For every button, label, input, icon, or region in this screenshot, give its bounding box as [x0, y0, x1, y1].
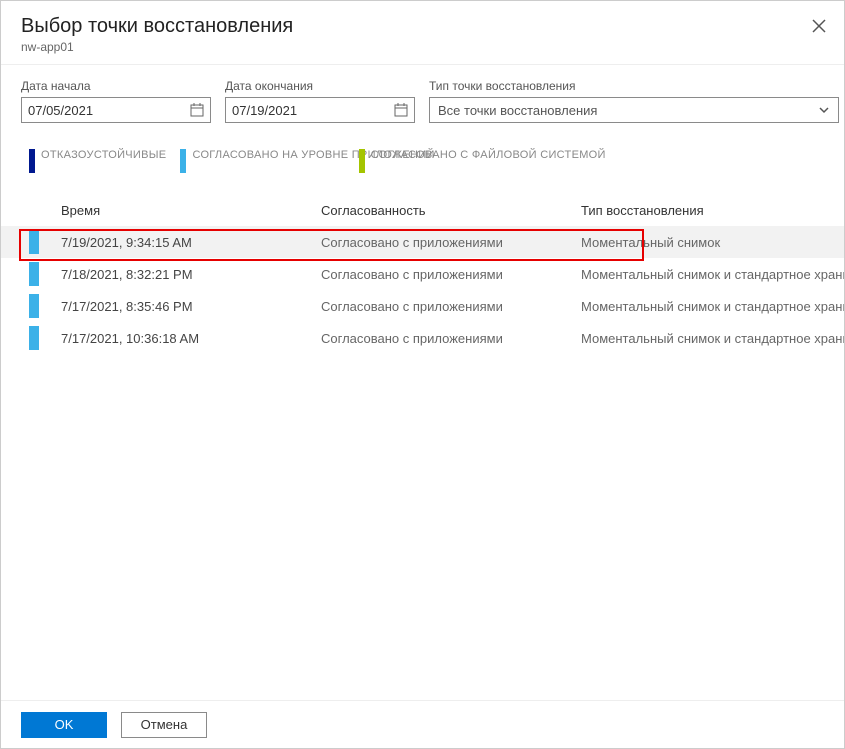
table-body: 7/19/2021, 9:34:15 AMСогласовано с прило…: [1, 226, 844, 354]
table-row[interactable]: 7/19/2021, 9:34:15 AMСогласовано с прило…: [1, 226, 844, 258]
consistency-marker-icon: [29, 294, 39, 318]
table-row[interactable]: 7/17/2021, 8:35:46 PMСогласовано с прило…: [1, 290, 844, 322]
calendar-icon: [394, 103, 408, 117]
recovery-type-value: Все точки восстановления: [438, 103, 597, 118]
start-date-field: Дата начала 07/05/2021: [21, 79, 211, 123]
start-date-value: 07/05/2021: [28, 103, 93, 118]
dialog-footer: OK Отмена: [1, 700, 844, 748]
legend-crash: ОТКАЗОУСТОЙЧИВЫЕ: [29, 149, 166, 173]
filter-bar: Дата начала 07/05/2021 Дата окончания 07…: [1, 65, 844, 129]
col-type-header: Тип восстановления: [581, 203, 844, 218]
legend-bar-icon: [29, 149, 35, 173]
cancel-button[interactable]: Отмена: [121, 712, 207, 738]
cell-consistency: Согласовано с приложениями: [321, 331, 581, 346]
legend: ОТКАЗОУСТОЙЧИВЫЕ СОГЛАСОВАНО НА УРОВНЕ П…: [1, 129, 844, 185]
legend-fs-label: СОГЛАСОВАНО С ФАЙЛОВОЙ СИСТЕМОЙ: [371, 149, 606, 161]
cell-type: Моментальный снимок и стандартное хранил…: [581, 331, 844, 346]
cell-time: 7/17/2021, 10:36:18 AM: [61, 331, 321, 346]
cell-time: 7/18/2021, 8:32:21 PM: [61, 267, 321, 282]
end-date-input[interactable]: 07/19/2021: [225, 97, 415, 123]
consistency-marker-icon: [29, 326, 39, 350]
legend-crash-label: ОТКАЗОУСТОЙЧИВЫЕ: [41, 149, 166, 161]
col-consistency-header: Согласованность: [321, 203, 581, 218]
end-date-value: 07/19/2021: [232, 103, 297, 118]
recovery-points-table: Время Согласованность Тип восстановления…: [1, 195, 844, 354]
cell-consistency: Согласовано с приложениями: [321, 299, 581, 314]
end-date-field: Дата окончания 07/19/2021: [225, 79, 415, 123]
cell-consistency: Согласовано с приложениями: [321, 235, 581, 250]
dialog-title: Выбор точки восстановления: [21, 15, 824, 38]
legend-bar-icon: [359, 149, 365, 173]
recovery-type-label: Тип точки восстановления: [429, 79, 839, 93]
end-date-label: Дата окончания: [225, 79, 415, 93]
cell-time: 7/19/2021, 9:34:15 AM: [61, 235, 321, 250]
recovery-type-field: Тип точки восстановления Все точки восст…: [429, 79, 839, 123]
cell-consistency: Согласовано с приложениями: [321, 267, 581, 282]
consistency-marker-icon: [29, 230, 39, 254]
table-row[interactable]: 7/17/2021, 10:36:18 AMСогласовано с прил…: [1, 322, 844, 354]
cell-time: 7/17/2021, 8:35:46 PM: [61, 299, 321, 314]
table-row[interactable]: 7/18/2021, 8:32:21 PMСогласовано с прило…: [1, 258, 844, 290]
legend-bar-icon: [180, 149, 186, 173]
recovery-type-select[interactable]: Все точки восстановления: [429, 97, 839, 123]
cell-type: Моментальный снимок: [581, 235, 844, 250]
close-icon[interactable]: [812, 17, 826, 38]
cell-type: Моментальный снимок и стандартное хранил…: [581, 267, 844, 282]
start-date-input[interactable]: 07/05/2021: [21, 97, 211, 123]
calendar-icon: [190, 103, 204, 117]
ok-button[interactable]: OK: [21, 712, 107, 738]
legend-fs: СОГЛАСОВАНО С ФАЙЛОВОЙ СИСТЕМОЙ: [359, 149, 606, 173]
start-date-label: Дата начала: [21, 79, 211, 93]
consistency-marker-icon: [29, 262, 39, 286]
col-time-header: Время: [61, 203, 321, 218]
dialog-header: Выбор точки восстановления nw-app01: [1, 1, 844, 65]
chevron-down-icon: [818, 104, 830, 116]
dialog-subtitle: nw-app01: [21, 40, 824, 54]
table-header: Время Согласованность Тип восстановления: [1, 195, 844, 226]
cell-type: Моментальный снимок и стандартное хранил…: [581, 299, 844, 314]
